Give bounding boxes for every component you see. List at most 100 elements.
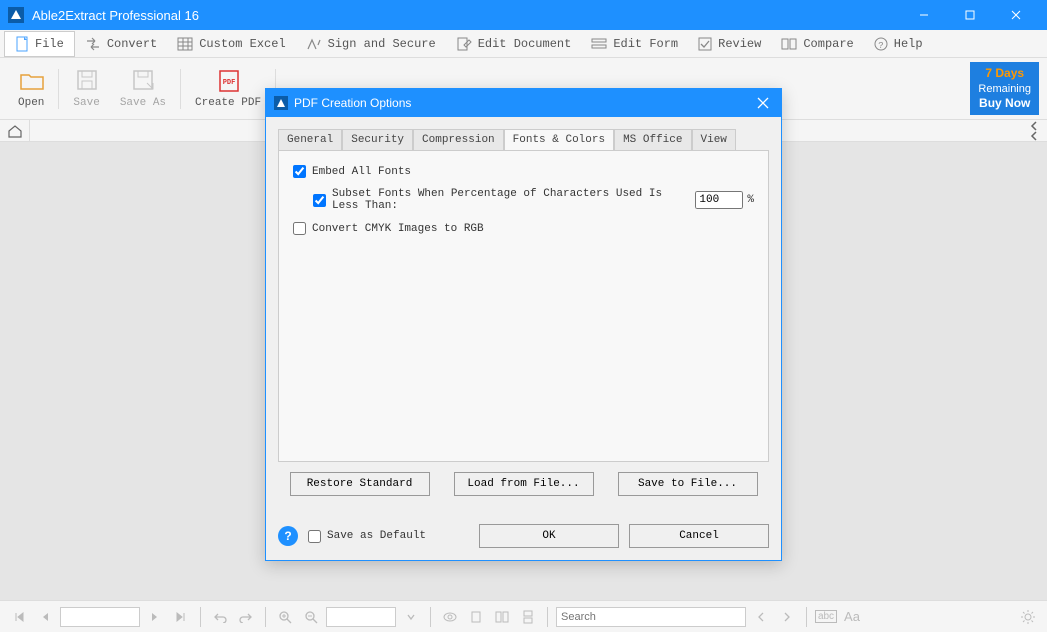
eye-icon <box>442 610 458 624</box>
minimize-button[interactable] <box>901 0 947 30</box>
continuous-icon <box>520 610 536 624</box>
subset-fonts-checkbox[interactable] <box>313 194 326 207</box>
statusbar: abc Aa <box>0 600 1047 632</box>
view-mode-3-button[interactable] <box>491 606 513 628</box>
menu-custom-excel[interactable]: Custom Excel <box>167 33 295 55</box>
menu-edit-form[interactable]: Edit Form <box>581 33 688 55</box>
search-input[interactable] <box>556 607 746 627</box>
menu-help-label: Help <box>894 37 923 51</box>
convert-icon <box>85 37 101 51</box>
tab-general[interactable]: General <box>278 129 342 150</box>
tab-fonts-colors[interactable]: Fonts & Colors <box>504 129 614 150</box>
embed-all-fonts-checkbox[interactable] <box>293 165 306 178</box>
tab-compression[interactable]: Compression <box>413 129 504 150</box>
menu-sign-secure[interactable]: Sign and Secure <box>296 33 446 55</box>
page-icon <box>468 610 484 624</box>
theme-button[interactable] <box>1017 606 1039 628</box>
maximize-button[interactable] <box>947 0 993 30</box>
menu-edit-form-label: Edit Form <box>613 37 678 51</box>
tab-view[interactable]: View <box>692 129 736 150</box>
dialog-action-buttons: Restore Standard Load from File... Save … <box>278 462 769 502</box>
menu-edit-document[interactable]: Edit Document <box>446 33 582 55</box>
ok-button[interactable]: OK <box>479 524 619 548</box>
zoom-in-button[interactable] <box>274 606 296 628</box>
trial-remaining: Remaining <box>978 82 1031 96</box>
prev-icon <box>40 611 50 623</box>
toolbar-separator <box>58 69 59 109</box>
tab-content-fonts: Embed All Fonts Subset Fonts When Percen… <box>278 150 769 462</box>
expand-sidebar-button[interactable] <box>1021 121 1047 141</box>
menu-compare[interactable]: Compare <box>771 33 863 55</box>
first-icon <box>13 611 25 623</box>
tab-security[interactable]: Security <box>342 129 413 150</box>
convert-cmyk-label: Convert CMYK Images to RGB <box>312 223 484 235</box>
home-icon <box>7 124 23 138</box>
view-mode-2-button[interactable] <box>465 606 487 628</box>
toolbar-separator <box>180 69 181 109</box>
menu-convert[interactable]: Convert <box>75 33 167 55</box>
page-number-input[interactable] <box>60 607 140 627</box>
zoom-in-icon <box>278 610 292 624</box>
save-to-file-button[interactable]: Save to File... <box>618 472 758 496</box>
font-icon: Aa <box>844 609 860 624</box>
dialog-title-text: PDF Creation Options <box>294 96 411 110</box>
save-as-default-checkbox[interactable] <box>308 530 321 543</box>
dialog-close-button[interactable] <box>753 93 773 113</box>
save-button[interactable]: Save <box>63 65 109 113</box>
dialog-help-button[interactable]: ? <box>278 526 298 546</box>
chevron-left-icon <box>1029 131 1039 141</box>
view-mode-4-button[interactable] <box>517 606 539 628</box>
menu-review[interactable]: Review <box>688 33 771 55</box>
last-page-button[interactable] <box>170 606 192 628</box>
zoom-out-button[interactable] <box>300 606 322 628</box>
subset-fonts-label: Subset Fonts When Percentage of Characte… <box>332 188 689 212</box>
trial-days: 7 Days <box>978 66 1031 82</box>
restore-standard-button[interactable]: Restore Standard <box>290 472 430 496</box>
cancel-button[interactable]: Cancel <box>629 524 769 548</box>
percent-label: % <box>747 194 754 206</box>
text-select-button[interactable]: abc <box>815 606 837 628</box>
edit-form-icon <box>591 37 607 51</box>
dialog-titlebar: PDF Creation Options <box>266 89 781 117</box>
save-as-default-row: Save as Default <box>308 530 426 543</box>
tab-ms-office[interactable]: MS Office <box>614 129 691 150</box>
open-button[interactable]: Open <box>8 65 54 113</box>
zoom-dropdown[interactable] <box>400 606 422 628</box>
search-prev-button[interactable] <box>750 606 772 628</box>
home-button[interactable] <box>0 120 30 142</box>
sun-icon <box>1020 609 1036 625</box>
trial-badge[interactable]: 7 Days Remaining Buy Now <box>970 62 1039 115</box>
first-page-button[interactable] <box>8 606 30 628</box>
convert-cmyk-row: Convert CMYK Images to RGB <box>293 222 754 235</box>
review-icon <box>698 37 712 51</box>
menu-file[interactable]: File <box>4 31 75 57</box>
zoom-out-icon <box>304 610 318 624</box>
font-button[interactable]: Aa <box>841 606 863 628</box>
subset-fonts-row: Subset Fonts When Percentage of Characte… <box>313 188 754 212</box>
next-page-button[interactable] <box>144 606 166 628</box>
prev-page-button[interactable] <box>34 606 56 628</box>
create-pdf-button[interactable]: PDF Create PDF <box>185 65 271 113</box>
zoom-level-input[interactable] <box>326 607 396 627</box>
undo-button[interactable] <box>209 606 231 628</box>
redo-button[interactable] <box>235 606 257 628</box>
save-as-button[interactable]: Save As <box>110 65 176 113</box>
status-separator <box>547 607 548 627</box>
dialog-tabs: General Security Compression Fonts & Col… <box>278 129 769 150</box>
convert-cmyk-checkbox[interactable] <box>293 222 306 235</box>
window-controls <box>901 0 1039 30</box>
sign-icon <box>306 37 322 51</box>
file-icon <box>15 36 29 52</box>
load-from-file-button[interactable]: Load from File... <box>454 472 594 496</box>
view-mode-1-button[interactable] <box>439 606 461 628</box>
close-button[interactable] <box>993 0 1039 30</box>
close-icon <box>757 97 769 109</box>
app-icon <box>8 7 24 23</box>
subset-percentage-input[interactable] <box>695 191 743 209</box>
app-title: Able2Extract Professional 16 <box>32 8 901 23</box>
search-next-button[interactable] <box>776 606 798 628</box>
create-pdf-label: Create PDF <box>195 97 261 109</box>
menu-help[interactable]: ? Help <box>864 33 933 55</box>
help-icon: ? <box>874 37 888 51</box>
pdf-creation-options-dialog: PDF Creation Options General Security Co… <box>265 88 782 561</box>
